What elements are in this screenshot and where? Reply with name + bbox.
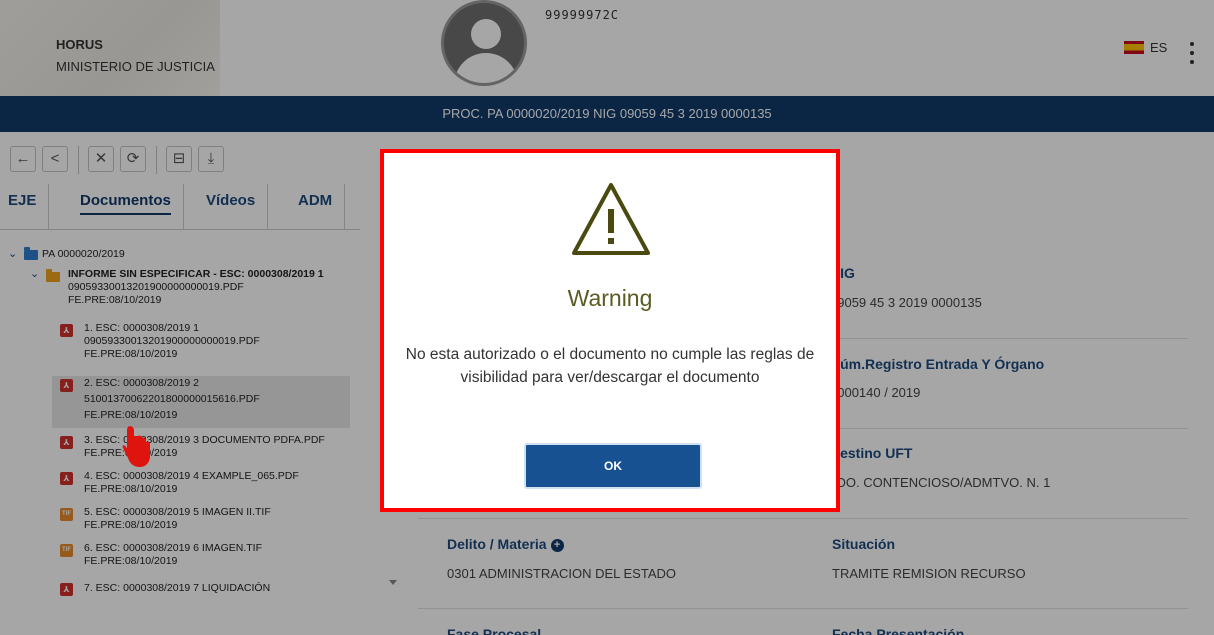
hand-pointer-cursor-icon: [122, 426, 150, 467]
warning-dialog: Warning No esta autorizado o el document…: [380, 149, 840, 512]
dialog-title: Warning: [567, 285, 653, 311]
ok-button[interactable]: OK: [524, 443, 702, 489]
dialog-message: No esta autorizado o el documento no cum…: [405, 346, 815, 386]
warning-triangle-icon: [572, 183, 650, 255]
